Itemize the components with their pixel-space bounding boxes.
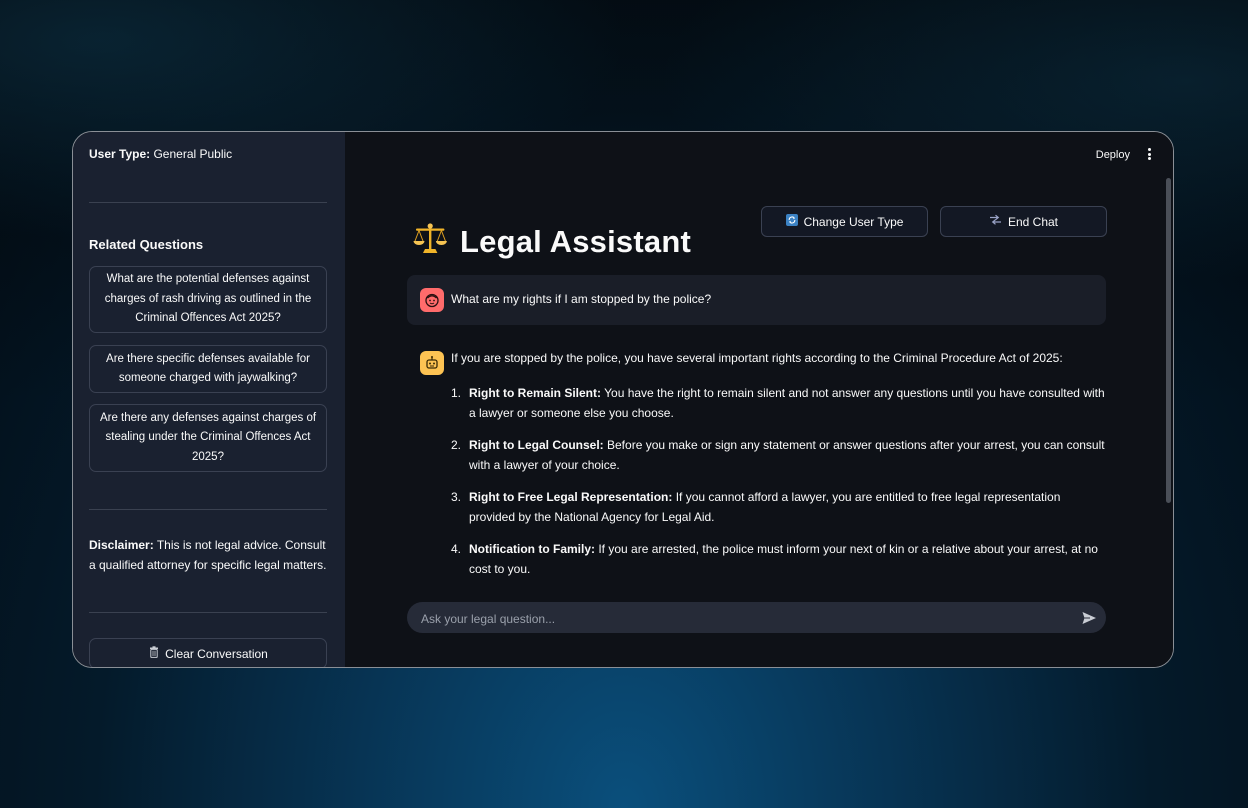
- user-face-icon: [420, 288, 444, 312]
- page-title-text: Legal Assistant: [460, 223, 691, 259]
- user-message: What are my rights if I am stopped by th…: [407, 275, 1106, 325]
- assistant-message: If you are stopped by the police, you ha…: [407, 340, 1106, 580]
- sidebar-divider: [89, 612, 327, 613]
- assistant-intro: If you are stopped by the police, you ha…: [451, 351, 1063, 365]
- clear-conversation-label: Clear Conversation: [165, 646, 268, 661]
- disclaimer: Disclaimer: This is not legal advice. Co…: [89, 535, 329, 575]
- list-item: 2. Right to Legal Counsel: Before you mak…: [451, 435, 1106, 475]
- list-item: 4. Notification to Family: If you are arr…: [451, 539, 1106, 579]
- related-question-button[interactable]: Are there any defenses against charges o…: [89, 404, 327, 472]
- disclaimer-label: Disclaimer:: [89, 538, 154, 552]
- list-item-title: Right to Remain Silent:: [469, 386, 601, 400]
- sidebar: User Type: General Public Related Questi…: [73, 132, 345, 667]
- exit-icon: [989, 214, 1002, 229]
- scales-icon: [412, 222, 448, 261]
- user-type-value: General Public: [150, 147, 233, 161]
- robot-icon: [420, 351, 444, 375]
- list-item: 1. Right to Remain Silent: You have the r…: [451, 383, 1106, 423]
- trash-icon: [148, 646, 160, 661]
- list-item: 3. Right to Free Legal Representation: If…: [451, 487, 1106, 527]
- list-item-title: Notification to Family:: [469, 542, 595, 556]
- related-questions-heading: Related Questions: [89, 237, 204, 252]
- rights-list: 1. Right to Remain Silent: You have the r…: [451, 383, 1106, 591]
- send-icon[interactable]: [1081, 610, 1097, 626]
- list-number: 2.: [451, 438, 462, 452]
- sidebar-divider: [89, 202, 327, 203]
- page-title: Legal Assistant: [412, 222, 691, 261]
- chat-input-bar: [407, 602, 1106, 635]
- related-question-button[interactable]: Are there specific defenses available fo…: [89, 345, 327, 393]
- chat-input[interactable]: [419, 602, 1063, 635]
- change-user-type-label: Change User Type: [803, 214, 904, 229]
- list-number: 4.: [451, 542, 462, 556]
- end-chat-label: End Chat: [1007, 214, 1059, 229]
- list-item-title: Right to Legal Counsel:: [469, 438, 604, 452]
- related-question-button[interactable]: What are the potential defenses against …: [89, 266, 327, 333]
- sidebar-divider: [89, 509, 327, 510]
- end-chat-button[interactable]: End Chat: [940, 206, 1107, 237]
- main-panel: Deploy Change User Type End Chat Legal A…: [345, 132, 1173, 667]
- list-number: 3.: [451, 490, 462, 504]
- list-item-title: Right to Free Legal Representation:: [469, 490, 673, 504]
- change-user-type-button[interactable]: Change User Type: [761, 206, 928, 237]
- refresh-icon: [785, 214, 798, 229]
- deploy-button[interactable]: Deploy: [1096, 149, 1130, 161]
- clear-conversation-button[interactable]: Clear Conversation: [89, 638, 327, 667]
- app-window: User Type: General Public Related Questi…: [72, 131, 1174, 668]
- user-message-text: What are my rights if I am stopped by th…: [451, 292, 712, 306]
- kebab-menu-icon[interactable]: [1145, 146, 1153, 162]
- list-number: 1.: [451, 386, 462, 400]
- scrollbar[interactable]: [1166, 178, 1171, 503]
- user-type-indicator: User Type: General Public: [89, 147, 232, 161]
- user-type-label: User Type:: [89, 147, 151, 161]
